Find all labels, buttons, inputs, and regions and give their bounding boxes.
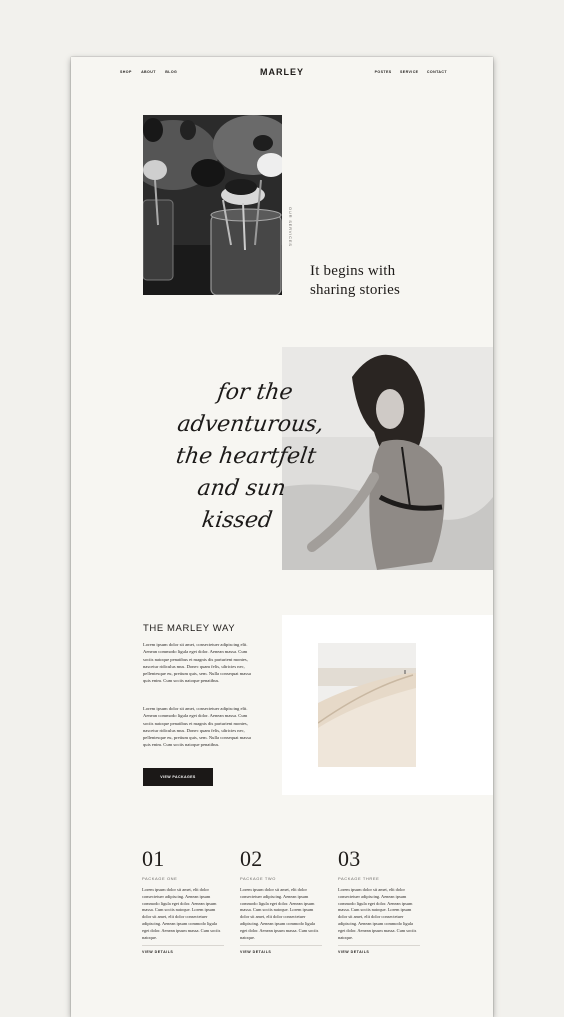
package-text: Lorem ipsum dolor sit amet, elit dolor c…	[142, 887, 221, 940]
headline-line-1: It begins with	[310, 263, 396, 279]
makeup-brushes-photo	[143, 115, 282, 295]
package-card: 02 PACKAGE TWO Lorem ipsum dolor sit ame…	[240, 847, 322, 954]
headline-line-2: sharing stories	[310, 282, 401, 298]
view-details-link[interactable]: VIEW DETAILS	[338, 950, 420, 954]
script-line-5: kissed	[200, 508, 274, 533]
script-line-1: for the	[215, 380, 295, 405]
package-label: PACKAGE ONE	[142, 876, 178, 881]
script-line-4: and sun	[195, 476, 288, 501]
package-label: PACKAGE THREE	[338, 876, 380, 881]
divider	[240, 945, 322, 947]
package-card: 01 PACKAGE ONE Lorem ipsum dolor sit ame…	[142, 847, 224, 954]
nav-link-postes[interactable]: POSTES	[375, 70, 392, 74]
hero-headline: It begins with sharing stories	[310, 262, 460, 300]
view-details-link[interactable]: VIEW DETAILS	[240, 950, 322, 954]
script-line-2: adventurous,	[175, 412, 326, 437]
marley-way-title: THE MARLEY WAY	[143, 623, 236, 634]
nav-right: POSTES SERVICE CONTACT	[368, 70, 447, 74]
package-text: Lorem ipsum dolor sit amet, elit dolor c…	[338, 887, 417, 940]
marley-way-paragraph-1: Lorem ipsum dolor sit amet, consectetuer…	[143, 642, 251, 684]
script-line-3: the heartfelt	[174, 444, 318, 469]
view-packages-button[interactable]: VIEW PACKAGES	[143, 768, 213, 786]
package-number: 01	[142, 846, 165, 871]
package-number: 02	[240, 846, 263, 871]
marley-way-paragraph-2: Lorem ipsum dolor sit amet, consectetuer…	[143, 706, 251, 748]
package-text: Lorem ipsum dolor sit amet, elit dolor c…	[240, 887, 319, 940]
package-card: 03 PACKAGE THREE Lorem ipsum dolor sit a…	[338, 847, 420, 954]
script-quote: for the adventurous, the heartfelt and s…	[135, 377, 357, 537]
nav-link-service[interactable]: SERVICE	[400, 70, 419, 74]
view-details-link[interactable]: VIEW DETAILS	[142, 950, 224, 954]
package-label: PACKAGE TWO	[240, 876, 277, 881]
nav-link-contact[interactable]: CONTACT	[427, 70, 447, 74]
page: SHOP ABOUT BLOG MARLEY POSTES SERVICE CO…	[71, 57, 493, 1017]
divider	[142, 945, 224, 947]
services-label: OUR SERVICES	[288, 207, 293, 247]
divider	[338, 945, 420, 947]
sand-dune-photo	[318, 643, 416, 767]
package-number: 03	[338, 846, 361, 871]
